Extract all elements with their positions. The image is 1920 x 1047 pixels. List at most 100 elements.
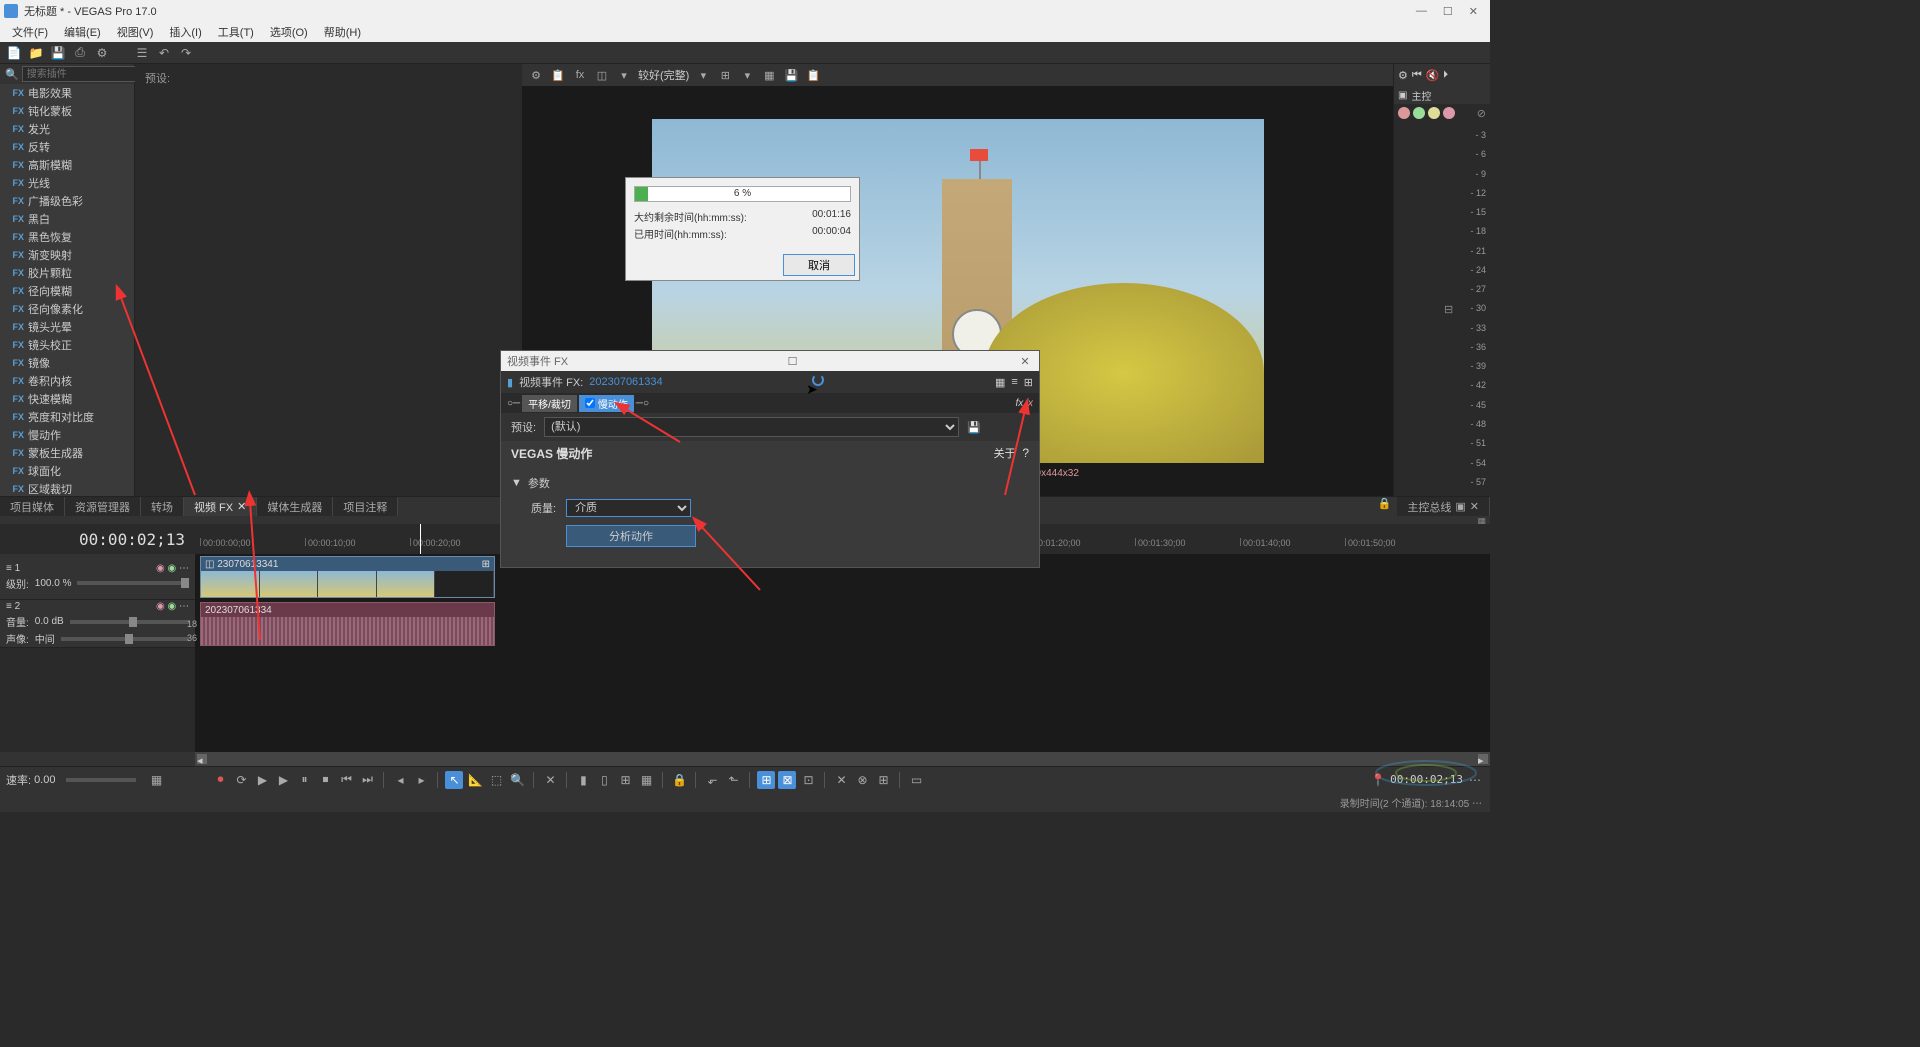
pause-icon[interactable]: ⏸ bbox=[295, 771, 313, 789]
go-start-icon[interactable]: ⏮ bbox=[337, 771, 355, 789]
audio-clip[interactable]: 202307061334 1836 bbox=[200, 602, 495, 646]
chain-start-icon[interactable]: ○─ bbox=[507, 398, 520, 409]
clip-pan-icon[interactable]: ⊞ bbox=[482, 559, 490, 570]
snap-icon[interactable]: ⬐ bbox=[703, 771, 721, 789]
menu-help[interactable]: 帮助(H) bbox=[318, 22, 367, 42]
menu-insert[interactable]: 插入(I) bbox=[163, 22, 207, 42]
timecode-display[interactable]: 00:00:02;13 bbox=[0, 530, 195, 549]
tab-close-icon[interactable]: ✕ bbox=[237, 500, 246, 513]
master-link-icon[interactable]: ⊟ bbox=[1444, 303, 1453, 316]
track-afx-icon[interactable]: ◉ bbox=[156, 601, 165, 612]
fx-item[interactable]: FX镜头光晕 bbox=[0, 318, 134, 336]
preview-fx-icon[interactable]: fx bbox=[572, 67, 588, 83]
fx-item[interactable]: FX蒙板生成器 bbox=[0, 444, 134, 462]
track-menu-icon[interactable]: ≡ bbox=[6, 563, 12, 574]
prev-frame-icon[interactable]: ◂ bbox=[391, 771, 409, 789]
fx-item[interactable]: FX电影效果 bbox=[0, 84, 134, 102]
maximize-button[interactable]: ☐ bbox=[1443, 5, 1453, 18]
track-menu-icon[interactable]: ≡ bbox=[6, 601, 12, 612]
fx-item[interactable]: FX渐变映射 bbox=[0, 246, 134, 264]
fx-item[interactable]: FX广播级色彩 bbox=[0, 192, 134, 210]
tab-mb-expand-icon[interactable]: ▣ bbox=[1455, 500, 1465, 513]
chain-pan-crop[interactable]: 平移/裁切 bbox=[522, 395, 577, 412]
tab-notes[interactable]: 项目注释 bbox=[333, 497, 398, 517]
track-content[interactable]: ◫ 23070613341⊞ 202307061334 1836 bbox=[195, 554, 1490, 752]
normal-tool-icon[interactable]: ↖ bbox=[445, 771, 463, 789]
chain-end-icon[interactable]: ─○ bbox=[636, 398, 649, 409]
fx-item[interactable]: FX黑白 bbox=[0, 210, 134, 228]
fx-item[interactable]: FX高斯模糊 bbox=[0, 156, 134, 174]
master-prev-icon[interactable]: ⏮ bbox=[1412, 69, 1422, 82]
marker-snap-icon[interactable]: ⊠ bbox=[778, 771, 796, 789]
menu-view[interactable]: 视图(V) bbox=[111, 22, 160, 42]
master-fx1-icon[interactable] bbox=[1398, 107, 1410, 119]
fx-item[interactable]: FX区域裁切 bbox=[0, 480, 134, 496]
fx-item[interactable]: FX胶片颗粒 bbox=[0, 264, 134, 282]
vol-slider[interactable] bbox=[70, 620, 189, 624]
master-bypass-icon[interactable]: ⊘ bbox=[1477, 107, 1486, 120]
quantize-icon[interactable]: ⊞ bbox=[874, 771, 892, 789]
save-as-icon[interactable]: ⎙ bbox=[72, 45, 88, 61]
status-more-icon[interactable]: ⋯ bbox=[1472, 799, 1482, 810]
fx-save-preset-icon[interactable]: 💾 bbox=[967, 421, 981, 434]
chain-remove-fx-icon[interactable]: fx bbox=[1025, 398, 1033, 409]
horizontal-scrollbar[interactable]: ◂▸ bbox=[195, 752, 1490, 766]
fx-item[interactable]: FX快速模糊 bbox=[0, 390, 134, 408]
preview-clipboard-icon[interactable]: 📋 bbox=[550, 67, 566, 83]
tab-transitions[interactable]: 转场 bbox=[141, 497, 184, 517]
fx-item[interactable]: FX球面化 bbox=[0, 462, 134, 480]
trim-start-icon[interactable]: ✕ bbox=[541, 771, 559, 789]
fx-item[interactable]: FX发光 bbox=[0, 120, 134, 138]
region-icon[interactable]: ▯ bbox=[595, 771, 613, 789]
undo-icon[interactable]: ↶ bbox=[156, 45, 172, 61]
menu-options[interactable]: 选项(O) bbox=[264, 22, 314, 42]
fx-item[interactable]: FX钝化蒙板 bbox=[0, 102, 134, 120]
master-fx2-icon[interactable] bbox=[1413, 107, 1425, 119]
loop-icon[interactable]: ⟳ bbox=[232, 771, 250, 789]
play-icon[interactable]: ▶ bbox=[274, 771, 292, 789]
tab-explorer[interactable]: 资源管理器 bbox=[65, 497, 141, 517]
track-amore-icon[interactable]: ⋯ bbox=[179, 601, 189, 612]
preview-snapshot-icon[interactable]: 💾 bbox=[783, 67, 799, 83]
close-button[interactable]: ✕ bbox=[1469, 5, 1478, 18]
fx-item[interactable]: FX卷积内核 bbox=[0, 372, 134, 390]
preview-split-icon[interactable]: ◫ bbox=[594, 67, 610, 83]
master-fx4-icon[interactable] bbox=[1443, 107, 1455, 119]
fx-params-expand-icon[interactable]: ▼ bbox=[511, 477, 522, 489]
zoom-tool-icon[interactable]: 🔍 bbox=[508, 771, 526, 789]
fx-view1-icon[interactable]: ▦ bbox=[995, 376, 1005, 389]
play-start-icon[interactable]: ▶ bbox=[253, 771, 271, 789]
ripple-icon[interactable]: ⊞ bbox=[616, 771, 634, 789]
menu-file[interactable]: 文件(F) bbox=[6, 22, 54, 42]
audio-track-header[interactable]: ≡ 2 ◉ ◉ ⋯ 音量: 0.0 dB 声像: 中间 bbox=[0, 600, 195, 648]
fx-x-icon[interactable]: ✕ bbox=[1017, 355, 1033, 368]
fx-preset-select[interactable]: (默认) bbox=[544, 417, 959, 437]
marker-icon[interactable]: ▮ bbox=[574, 771, 592, 789]
event-snap-icon[interactable]: ⊡ bbox=[799, 771, 817, 789]
fx-item[interactable]: FX光线 bbox=[0, 174, 134, 192]
fx-view2-icon[interactable]: ≡ bbox=[1011, 376, 1017, 388]
master-settings-icon[interactable]: ⚙ bbox=[1398, 69, 1408, 82]
chain-slow-motion[interactable]: 慢动作 bbox=[579, 395, 634, 412]
lock-icon[interactable]: 🔒 bbox=[1372, 497, 1398, 517]
chain-add-fx-icon[interactable]: fx bbox=[1015, 398, 1023, 409]
tab-mb-close-icon[interactable]: ✕ bbox=[1470, 500, 1479, 513]
fx-item[interactable]: FX镜像 bbox=[0, 354, 134, 372]
preview-settings-icon[interactable]: ⚙ bbox=[528, 67, 544, 83]
minimize-button[interactable]: — bbox=[1416, 5, 1427, 18]
master-mute-icon[interactable]: 🔇 bbox=[1426, 69, 1440, 82]
next-frame-icon[interactable]: ▸ bbox=[412, 771, 430, 789]
fx-quality-select[interactable]: 介质 bbox=[566, 499, 691, 517]
rate-slider[interactable] bbox=[66, 778, 136, 782]
fx-close-icon[interactable]: ☐ bbox=[785, 355, 801, 368]
fx-item[interactable]: FX黑色恢复 bbox=[0, 228, 134, 246]
preview-quality[interactable]: 较好(完整) bbox=[638, 67, 689, 83]
cancel-button[interactable]: 取消 bbox=[783, 254, 855, 276]
level-slider[interactable] bbox=[77, 581, 189, 585]
master-more-icon[interactable]: 🞂 bbox=[1443, 69, 1447, 82]
preview-overlay-icon[interactable]: ▾ bbox=[739, 67, 755, 83]
track-fx-icon[interactable]: ◉ bbox=[156, 563, 165, 574]
analyze-button[interactable]: 分析动作 bbox=[566, 525, 696, 547]
clip-fx-icon[interactable]: ◫ bbox=[205, 559, 214, 570]
preview-quality-dropdown-icon[interactable]: ▾ bbox=[695, 67, 711, 83]
